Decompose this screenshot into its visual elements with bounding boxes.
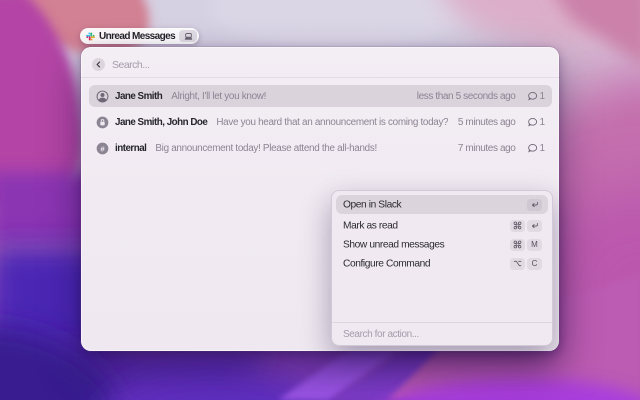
svg-text:#: #	[100, 144, 105, 153]
